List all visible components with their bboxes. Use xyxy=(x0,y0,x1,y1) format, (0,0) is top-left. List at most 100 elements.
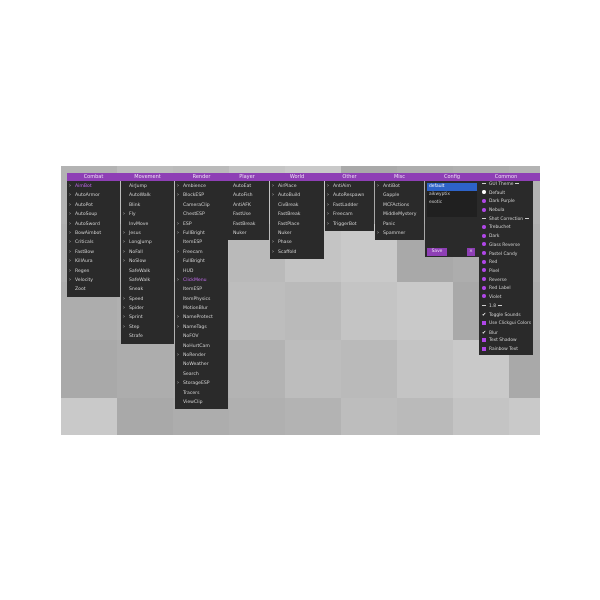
module-item[interactable]: Nuker xyxy=(225,229,269,238)
module-item[interactable]: ItemPhysics xyxy=(175,295,228,304)
module-item[interactable]: › BlockESP xyxy=(175,191,228,200)
module-item[interactable]: › Fly xyxy=(121,210,174,219)
module-item[interactable]: MCFActions xyxy=(375,201,424,210)
module-item[interactable]: ViewClip xyxy=(175,398,228,407)
module-item[interactable]: › ClickMenu xyxy=(175,276,228,285)
module-item[interactable]: › AutoSoup xyxy=(67,210,120,219)
module-item[interactable]: › StorageESP xyxy=(175,379,228,388)
module-item[interactable]: Blink xyxy=(121,201,174,210)
module-item[interactable]: SafeWalk xyxy=(121,276,174,285)
module-item[interactable]: CameraClip xyxy=(175,201,228,210)
module-item[interactable]: MotionBlur xyxy=(175,304,228,313)
radio-option[interactable]: Reverse xyxy=(479,277,533,286)
module-item[interactable]: NoWeather xyxy=(175,360,228,369)
module-item[interactable]: Strafe xyxy=(121,332,174,341)
module-item[interactable]: › Speed xyxy=(121,295,174,304)
module-item[interactable]: › AntiBot xyxy=(375,182,424,191)
module-item[interactable]: › Scaffold xyxy=(270,248,324,257)
config-profile[interactable]: exotic xyxy=(427,199,477,207)
module-item[interactable]: Search xyxy=(175,370,228,379)
module-item[interactable]: AntiAFK xyxy=(225,201,269,210)
module-item[interactable]: FastPlace xyxy=(270,220,324,229)
menu-header-other[interactable]: Other xyxy=(325,173,374,181)
module-item[interactable]: › Step xyxy=(121,323,174,332)
module-item[interactable]: › AirPlace xyxy=(270,182,324,191)
module-item[interactable]: › Ambience xyxy=(175,182,228,191)
radio-option[interactable]: Default xyxy=(479,190,533,199)
menu-header-misc[interactable]: Misc xyxy=(375,173,424,181)
checkbox-option[interactable]: ✔ Toggle Sounds xyxy=(479,311,533,320)
radio-option[interactable]: Dark Purple xyxy=(479,198,533,207)
radio-option[interactable]: Nebula xyxy=(479,207,533,216)
module-item[interactable]: Zoot xyxy=(67,285,120,294)
module-item[interactable]: › AutoArmor xyxy=(67,191,120,200)
radio-option[interactable]: Dark xyxy=(479,233,533,242)
module-item[interactable]: HUD xyxy=(175,267,228,276)
menu-header-world[interactable]: World xyxy=(270,173,324,181)
module-item[interactable]: AutoFish xyxy=(225,191,269,200)
module-item[interactable]: NoHurtCam xyxy=(175,342,228,351)
module-item[interactable]: Sneak xyxy=(121,285,174,294)
module-item[interactable]: › BowAimbot xyxy=(67,229,120,238)
radio-option[interactable]: Glass Reverse xyxy=(479,242,533,251)
module-item[interactable]: Tracers xyxy=(175,389,228,398)
module-item[interactable]: › KillAura xyxy=(67,257,120,266)
module-item[interactable]: › ESP xyxy=(175,220,228,229)
module-item[interactable]: › LongJump xyxy=(121,238,174,247)
menu-header-player[interactable]: Player xyxy=(225,173,269,181)
module-item[interactable]: › Sprint xyxy=(121,313,174,322)
module-item[interactable]: ChestESP xyxy=(175,210,228,219)
module-item[interactable]: Nuker xyxy=(270,229,324,238)
radio-option[interactable]: Pastel Candy xyxy=(479,251,533,260)
module-item[interactable]: › Freecam xyxy=(175,248,228,257)
module-item[interactable]: ItemESP xyxy=(175,238,228,247)
module-item[interactable]: › NoRender xyxy=(175,351,228,360)
common-header[interactable]: Common xyxy=(479,173,533,181)
config-delete-button[interactable]: × xyxy=(467,248,475,256)
module-item[interactable]: AutoWalk xyxy=(121,191,174,200)
radio-option[interactable]: Pixel xyxy=(479,268,533,277)
module-item[interactable]: › AutoPot xyxy=(67,201,120,210)
radio-option[interactable]: Trebuchet xyxy=(479,224,533,233)
menu-header-render[interactable]: Render xyxy=(175,173,228,181)
module-item[interactable]: AutoEat xyxy=(225,182,269,191)
module-item[interactable]: › NoFall xyxy=(121,248,174,257)
checkbox-option[interactable]: Rainbow Text xyxy=(479,346,533,355)
module-item[interactable]: › Criticals xyxy=(67,238,120,247)
module-item[interactable]: CivBreak xyxy=(270,201,324,210)
module-item[interactable]: › Regen xyxy=(67,267,120,276)
module-item[interactable]: FastBreak xyxy=(270,210,324,219)
module-item[interactable]: FastUse xyxy=(225,210,269,219)
module-item[interactable]: FastBreak xyxy=(225,220,269,229)
module-item[interactable]: › AutoBuild xyxy=(270,191,324,200)
checkbox-option[interactable]: ✔ Blur xyxy=(479,329,533,338)
module-item[interactable]: NoFOV xyxy=(175,332,228,341)
module-item[interactable]: SafeWalk xyxy=(121,267,174,276)
menu-header-movement[interactable]: Movement xyxy=(121,173,174,181)
module-item[interactable]: InvMove xyxy=(121,220,174,229)
module-item[interactable]: › Freecam xyxy=(325,210,374,219)
config-header[interactable]: Config xyxy=(425,173,479,181)
menu-header-combat[interactable]: Combat xyxy=(67,173,120,181)
radio-option[interactable]: Red xyxy=(479,259,533,268)
module-item[interactable]: MiddleMystery xyxy=(375,210,424,219)
module-item[interactable]: ItemESP xyxy=(175,285,228,294)
module-item[interactable]: › AutoSword xyxy=(67,220,120,229)
module-item[interactable]: AirJump xyxy=(121,182,174,191)
module-item[interactable]: › Velocity xyxy=(67,276,120,285)
module-item[interactable]: › TriggerBot xyxy=(325,220,374,229)
module-item[interactable]: › NoSlow xyxy=(121,257,174,266)
config-profile[interactable]: aikwyptix xyxy=(427,191,477,199)
module-item[interactable]: › AntiAim xyxy=(325,182,374,191)
config-profile-list[interactable]: default aikwyptix exotic xyxy=(427,183,477,217)
module-item[interactable]: › FullBright xyxy=(175,229,228,238)
module-item[interactable]: › FastLadder xyxy=(325,201,374,210)
module-item[interactable]: › NameProtect xyxy=(175,313,228,322)
config-save-button[interactable]: Save xyxy=(427,248,447,256)
module-item[interactable]: › NameTags xyxy=(175,323,228,332)
checkbox-option[interactable]: Use Clickgui Colors xyxy=(479,320,533,329)
module-item[interactable]: › Phase xyxy=(270,238,324,247)
radio-option[interactable]: Violet xyxy=(479,294,533,303)
config-profile[interactable]: default xyxy=(427,183,477,191)
module-item[interactable]: › FastBow xyxy=(67,248,120,257)
